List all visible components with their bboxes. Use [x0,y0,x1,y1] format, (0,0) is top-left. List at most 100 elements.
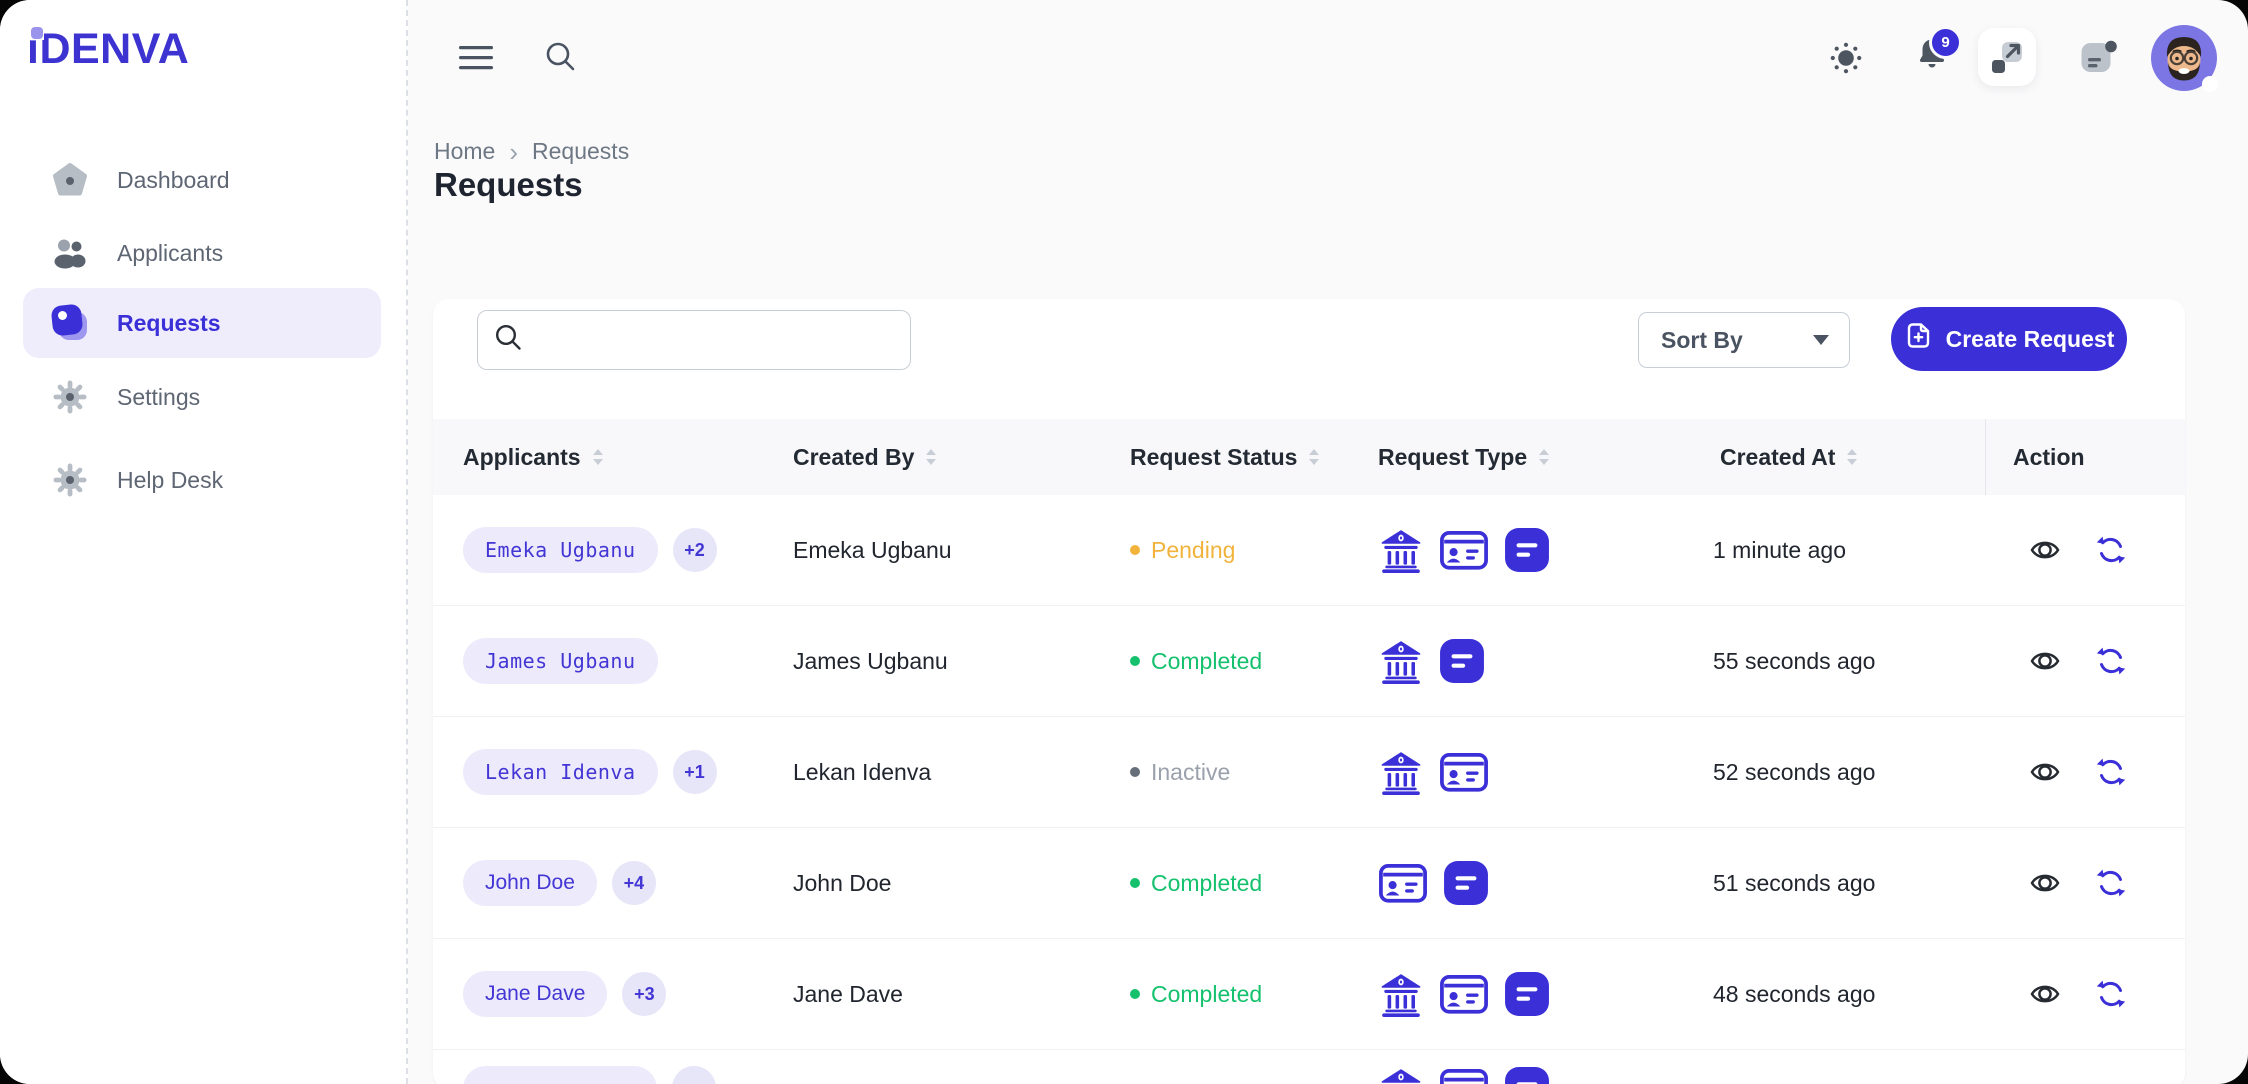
menu-icon[interactable] [458,44,494,72]
status-dot [1130,878,1140,888]
table-search-box[interactable] [477,310,911,370]
applicant-pill[interactable]: Lekan Idenva [463,749,658,795]
sort-by-dropdown[interactable]: Sort By [1638,312,1850,368]
refresh-icon[interactable] [2093,643,2129,679]
sort-arrows-icon [924,447,938,467]
notes-icon[interactable] [2078,36,2118,76]
request-type-cell [1378,717,1708,827]
sidebar-item-dashboard[interactable]: Dashboard [23,151,381,209]
refresh-icon[interactable] [2093,976,2129,1012]
requests-card: Sort By Create Request Applicants Create… [433,299,2185,1084]
applicant-extra-badge[interactable]: +3 [622,972,666,1016]
brightness-icon[interactable] [1828,40,1864,76]
view-icon[interactable] [2029,645,2061,677]
search-icon[interactable] [542,38,580,76]
column-header-created-by[interactable]: Created By [793,419,938,495]
id-card-icon [1439,750,1489,794]
applicant-pill[interactable] [463,1066,657,1084]
logo-dot [31,27,43,39]
action-cell [2029,606,2179,716]
sidebar-item-applicants[interactable]: Applicants [23,224,381,282]
action-cell [2029,828,2179,938]
sort-arrows-icon [1307,447,1321,467]
table-row: Lekan Idenva+1 Lekan Idenva Inactive 52 … [433,717,2185,828]
table-header: Applicants Created By Request Status Req… [433,419,2185,495]
id-card-icon [1439,528,1489,572]
column-header-request-status[interactable]: Request Status [1130,419,1321,495]
status-label: Completed [1151,648,1262,675]
sort-arrows-icon [1845,447,1859,467]
bank-icon [1378,1066,1424,1084]
view-icon[interactable] [2029,756,2061,788]
sort-arrows-icon [591,447,605,467]
chevron-right-icon: › [509,139,518,165]
id-card-icon [1439,1066,1489,1084]
refresh-icon[interactable] [2093,754,2129,790]
app-window: iDENVA Dashboard Applicants Requests [0,0,2248,1084]
sidebar-item-requests[interactable]: Requests [23,288,381,358]
refresh-icon[interactable] [2093,865,2129,901]
view-icon[interactable] [2029,867,2061,899]
column-header-applicants[interactable]: Applicants [463,419,605,495]
brand-logo[interactable]: iDENVA [27,28,189,71]
applicant-extra-badge[interactable] [672,1066,716,1084]
table-row: Emeka Ugbanu+2 Emeka Ugbanu Pending 1 mi… [433,495,2185,606]
refresh-icon[interactable] [2093,532,2129,568]
sidebar-item-label: Applicants [117,240,223,267]
table-row: John Doe+4 John Doe Completed 51 seconds… [433,828,2185,939]
action-cell [2029,717,2179,827]
request-type-cell [1378,939,1708,1049]
users-icon [50,233,90,273]
note-icon [1443,860,1489,906]
action-cell [2029,1050,2179,1084]
created-by-cell [793,1050,1123,1084]
create-request-label: Create Request [1946,326,2115,353]
avatar-status-dot [2202,76,2218,92]
view-icon[interactable] [2029,978,2061,1010]
applicant-extra-badge[interactable]: +1 [673,750,717,794]
created-at-cell [1713,1050,1977,1084]
table-row: James Ugbanu James Ugbanu Completed 55 s… [433,606,2185,717]
table-row [433,1050,2185,1084]
created-by-cell: John Doe [793,828,1123,938]
column-header-request-type[interactable]: Request Type [1378,419,1551,495]
applicant-extra-badge[interactable]: +4 [612,861,656,905]
avatar[interactable] [2150,24,2218,92]
note-icon [1504,527,1550,573]
search-input[interactable] [537,326,910,354]
notification-badge: 9 [1929,26,1962,59]
expand-icon[interactable] [1978,28,2036,86]
applicant-pill[interactable]: John Doe [463,860,597,906]
sidebar: iDENVA Dashboard Applicants Requests [0,0,408,1084]
request-type-cell [1378,828,1708,938]
breadcrumb-current[interactable]: Requests [532,138,629,165]
status-label: Pending [1151,537,1235,564]
sidebar-item-settings[interactable]: Settings [23,368,381,426]
gear-icon [50,460,90,500]
applicant-extra-badge[interactable]: +2 [673,528,717,572]
applicant-pill[interactable]: Emeka Ugbanu [463,527,658,573]
action-cell [2029,939,2179,1049]
column-header-action: Action [2013,419,2085,495]
request-type-cell [1378,1050,1708,1084]
bell-icon[interactable]: 9 [1916,36,1950,72]
view-icon[interactable] [2029,534,2061,566]
sort-by-label: Sort By [1661,327,1743,354]
create-request-button[interactable]: Create Request [1891,307,2127,371]
table-row: Jane Dave+3 Jane Dave Completed 48 secon… [433,939,2185,1050]
note-icon [1504,1066,1550,1084]
status-label: Inactive [1151,759,1230,786]
status-cell: Completed [1130,606,1370,716]
created-at-cell: 52 seconds ago [1713,717,1977,827]
sidebar-item-help-desk[interactable]: Help Desk [23,451,381,509]
gear-icon [50,377,90,417]
id-card-icon [1378,861,1428,905]
created-by-cell: James Ugbanu [793,606,1123,716]
applicant-pill[interactable]: Jane Dave [463,971,607,1017]
breadcrumb-home[interactable]: Home [434,138,495,165]
column-header-created-at[interactable]: Created At [1720,419,1859,495]
bank-icon [1378,971,1424,1017]
status-label: Completed [1151,870,1262,897]
applicant-pill[interactable]: James Ugbanu [463,638,658,684]
bank-icon [1378,638,1424,684]
